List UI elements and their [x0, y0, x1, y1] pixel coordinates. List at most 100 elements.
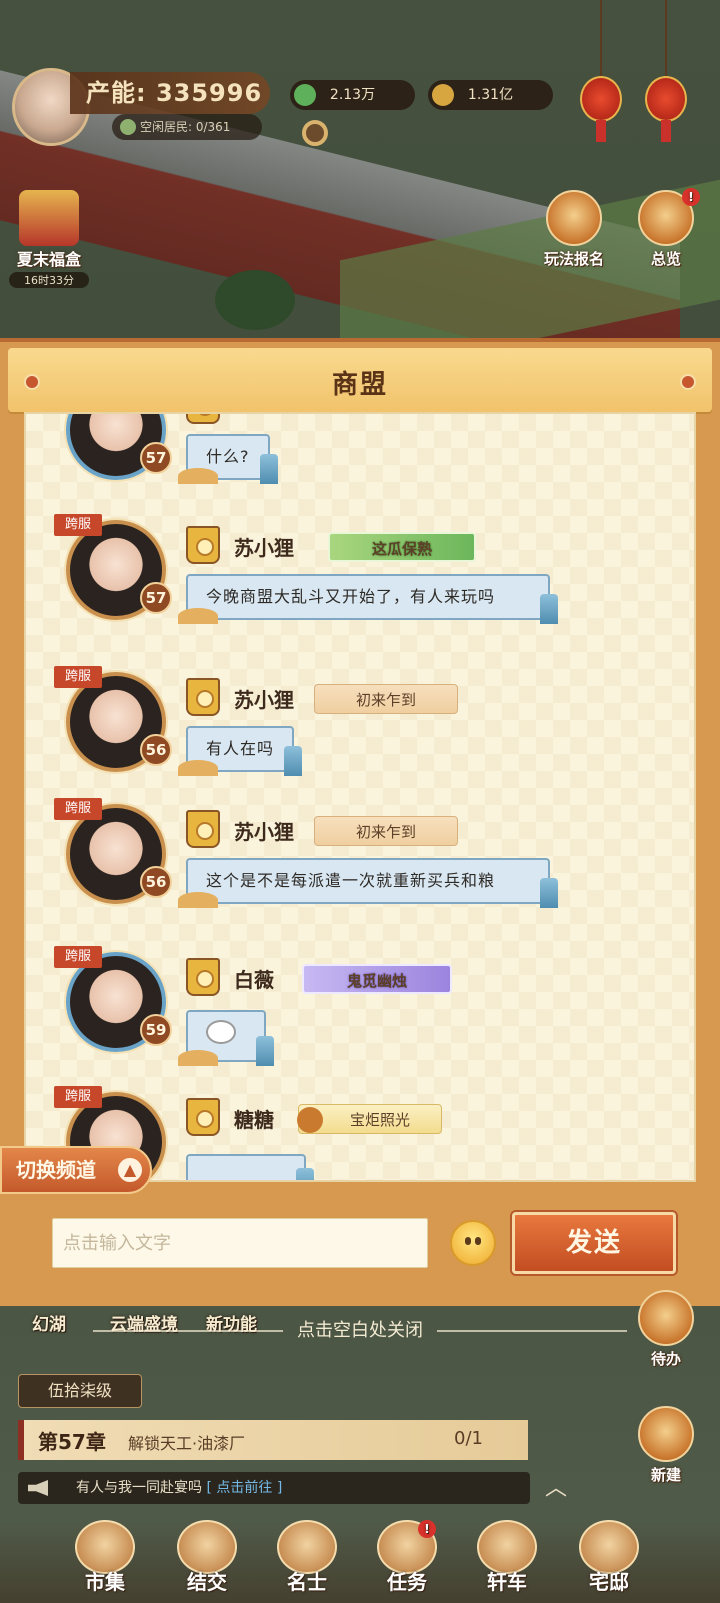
overview-label: 总览 [650, 250, 681, 268]
signup-label: 玩法报名 [543, 250, 604, 268]
title-badge-text: 这瓜保熟 [371, 540, 432, 558]
chevron-up-icon: ▲ [118, 1158, 142, 1182]
todo-label: 待办 [650, 1350, 681, 1368]
chat-input-row: 发送 [0, 1206, 720, 1288]
chat-list[interactable]: 57 什么? 跨服 57 苏小狸 这瓜保熟 今晚商盟大乱斗又开始了，有人来玩吗 … [24, 412, 696, 1182]
signup-icon [546, 190, 602, 246]
dock-label: 宅邸 [589, 1570, 629, 1594]
todo-button[interactable]: 待办 [626, 1290, 706, 1369]
cross-server-tag: 跨服 [54, 666, 102, 688]
lantern-icon[interactable] [580, 0, 622, 150]
message-text: 什么? [206, 447, 250, 466]
jade-amount: 2.13万 [329, 87, 376, 103]
dock-tasks[interactable]: ! 任务 [362, 1520, 452, 1595]
cross-server-tag: 跨服 [54, 946, 102, 968]
level-badge: 56 [140, 734, 172, 766]
level-badge: 57 [140, 582, 172, 614]
crest-icon [186, 678, 220, 716]
title-badge-text: 鬼觅幽烛 [346, 972, 407, 990]
new-build-button[interactable]: 新建 [626, 1406, 706, 1485]
sender-name[interactable]: 苏小狸 [234, 684, 294, 713]
cart-icon[interactable] [288, 112, 338, 152]
send-button[interactable]: 发送 [512, 1212, 676, 1274]
crest-icon [186, 414, 220, 424]
dock-friends[interactable]: 结交 [162, 1520, 252, 1595]
broadcast-ticker[interactable]: 有人与我一同赴宴吗 [ 点击前往 ] [18, 1472, 530, 1504]
title-badge: 初来乍到 [314, 816, 458, 846]
sender-name[interactable]: 苏小狸 [234, 532, 294, 561]
ticker-link[interactable]: [ 点击前往 ] [206, 1480, 282, 1496]
chevron-up-icon[interactable]: ︿ [538, 1470, 574, 1501]
title-badge-text: 初来乍到 [355, 691, 416, 709]
dock-carriage[interactable]: 轩车 [462, 1520, 552, 1595]
sender-name[interactable]: 苏小狸 [234, 816, 294, 845]
carriage-icon [477, 1520, 537, 1574]
switch-channel-button[interactable]: 切换频道 ▲ [0, 1146, 152, 1194]
jade-resource[interactable]: 2.13万 [290, 80, 415, 110]
overview-button[interactable]: ! 总览 [626, 188, 706, 269]
summer-box-button[interactable]: 夏末福盒 16时33分 [6, 190, 92, 288]
switch-channel-label: 切换频道 [16, 1158, 96, 1182]
crest-icon [186, 958, 220, 996]
modal-header: 商盟 [8, 348, 712, 412]
dock-label: 名士 [287, 1570, 327, 1594]
dock-label: 市集 [85, 1570, 125, 1594]
message-text: 有人在吗 [206, 739, 275, 758]
divider [93, 1330, 284, 1332]
resident-icon [120, 119, 136, 135]
level-badge: 57 [140, 442, 172, 474]
title-badge-text: 宝炬照光 [349, 1111, 410, 1129]
close-hint-text: 点击空白处关闭 [297, 1320, 423, 1341]
bottom-dock: 市集 结交 名士 ! 任务 轩车 宅邸 [0, 1520, 720, 1603]
gold-coin-icon [432, 84, 454, 106]
close-hint[interactable]: 点击空白处关闭 [0, 1316, 720, 1342]
chat-input[interactable] [52, 1218, 428, 1268]
dock-market[interactable]: 市集 [60, 1520, 150, 1595]
ticker-text: 有人与我一同赴宴吗 [76, 1480, 202, 1496]
title-badge: 鬼觅幽烛 [302, 964, 452, 994]
message-bubble: 什么? [178, 434, 277, 484]
chapter-quest-bar[interactable]: 第57章 解锁天工·油漆厂 0/1 [18, 1420, 528, 1460]
cross-server-tag: 跨服 [54, 798, 102, 820]
emoji-icon[interactable] [450, 1220, 496, 1266]
summer-box-label: 夏末福盒 [16, 250, 81, 269]
idle-residents: 空闲居民: 0/361 [112, 114, 262, 140]
sender-name[interactable]: 白薇 [234, 964, 274, 993]
crest-icon [186, 526, 220, 564]
lantern-icon[interactable] [645, 0, 687, 150]
modal-title: 商盟 [331, 370, 388, 400]
chapter-number: 第57章 [38, 1430, 106, 1454]
message-bubble [178, 1010, 274, 1066]
alert-badge: ! [682, 188, 700, 206]
chapter-goal: 解锁天工·油漆厂 [128, 1434, 246, 1453]
todo-icon [638, 1290, 694, 1346]
level-tag: 伍拾柒级 [18, 1374, 142, 1408]
gold-resource[interactable]: 1.31亿 [428, 80, 553, 110]
level-badge: 59 [140, 1014, 172, 1046]
gift-box-icon [19, 190, 79, 246]
speaker-icon [28, 1480, 48, 1496]
message-bubble: 这个是不是每派遣一次就重新买兵和粮 [178, 858, 558, 908]
summer-box-timer: 16时33分 [9, 272, 89, 288]
message-bubble: 今晚商盟大乱斗又开始了，有人来玩吗 [178, 574, 558, 624]
crest-icon [186, 1098, 220, 1136]
power-display: 产能: 335996 [70, 72, 270, 114]
dock-celebrities[interactable]: 名士 [262, 1520, 352, 1595]
title-badge: 这瓜保熟 [328, 532, 476, 562]
dock-label: 轩车 [487, 1570, 527, 1594]
message-bubble [186, 1154, 314, 1180]
dock-mansion[interactable]: 宅邸 [564, 1520, 654, 1595]
title-badge-text: 初来乍到 [355, 823, 416, 841]
torch-icon [297, 1107, 323, 1133]
idle-residents-text: 空闲居民: 0/361 [140, 120, 231, 134]
sender-name[interactable]: 糖糖 [234, 1104, 274, 1133]
message-text: 这个是不是每派遣一次就重新买兵和粮 [206, 871, 496, 890]
message-text: 今晚商盟大乱斗又开始了，有人来玩吗 [206, 587, 496, 606]
chapter-progress: 0/1 [454, 1428, 483, 1449]
alert-badge: ! [418, 1520, 436, 1538]
divider [436, 1330, 627, 1332]
signup-button[interactable]: 玩法报名 [534, 190, 614, 269]
cross-server-tag: 跨服 [54, 1086, 102, 1108]
cross-server-tag: 跨服 [54, 514, 102, 536]
dock-label: 结交 [187, 1570, 227, 1594]
